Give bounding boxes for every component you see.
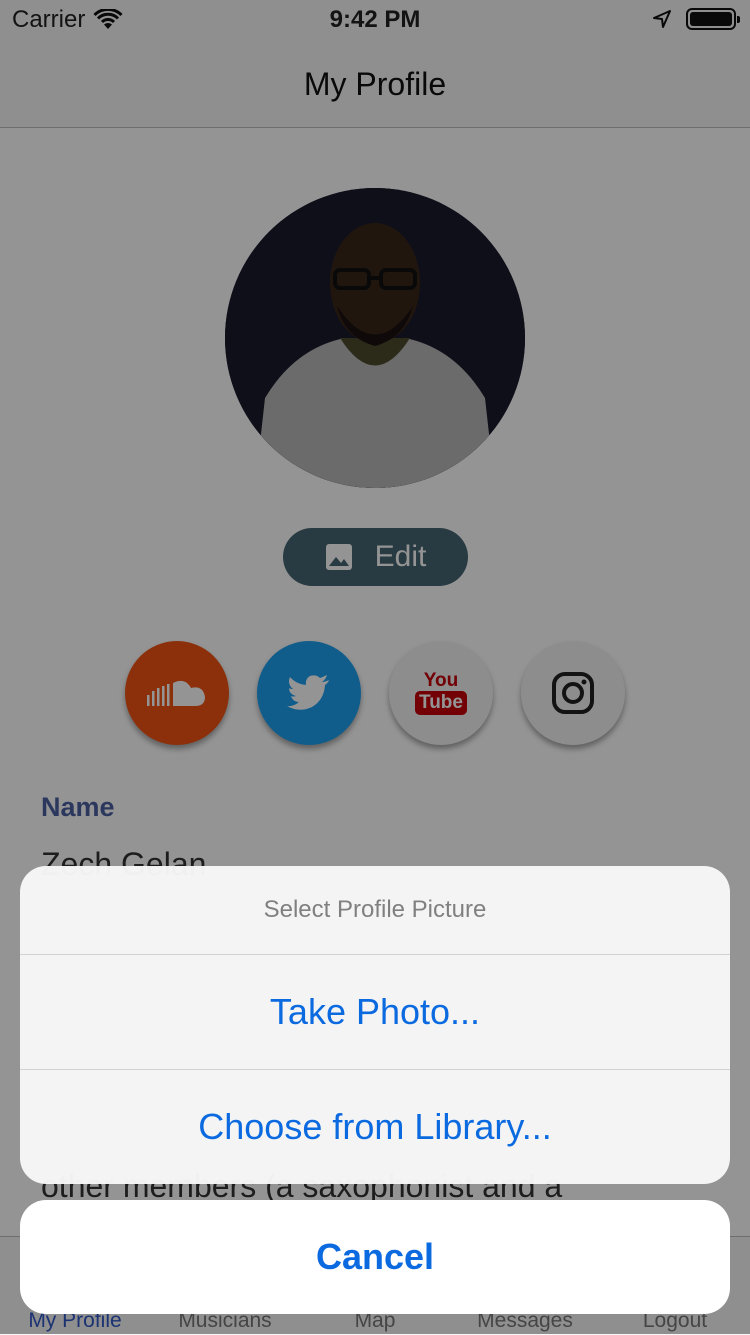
cancel-button[interactable]: Cancel: [20, 1200, 730, 1314]
action-sheet: Select Profile Picture Take Photo... Cho…: [20, 866, 730, 1184]
take-photo-button[interactable]: Take Photo...: [20, 955, 730, 1069]
choose-from-library-button[interactable]: Choose from Library...: [20, 1069, 730, 1184]
action-sheet-title: Select Profile Picture: [20, 866, 730, 955]
